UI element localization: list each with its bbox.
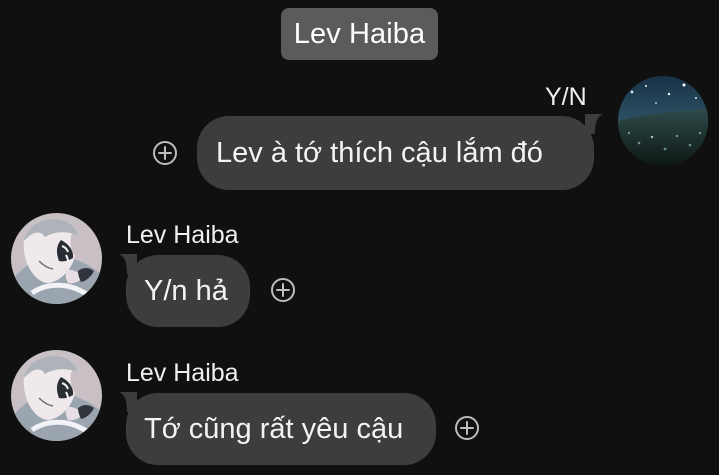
message-bubble-contact-1[interactable]: Y/n hả (126, 255, 250, 327)
contact-avatar[interactable] (11, 213, 102, 304)
message-text-contact-1: Y/n hả (144, 275, 228, 307)
sender-name-user: Y/N (545, 83, 587, 111)
message-bubble-user[interactable]: Lev à tớ thích cậu lắm đó (197, 116, 594, 190)
message-bubble-contact-2[interactable]: Tớ cũng rất yêu cậu (126, 393, 436, 465)
conversation-title-pill[interactable]: Lev Haiba (281, 8, 438, 60)
conversation-title: Lev Haiba (293, 18, 426, 50)
add-reaction-button-contact-2[interactable] (454, 415, 480, 441)
message-text-user: Lev à tớ thích cậu lắm đó (216, 137, 543, 169)
add-reaction-button-user[interactable] (152, 140, 178, 166)
message-text-contact-2: Tớ cũng rất yêu cậu (144, 413, 404, 445)
anime-character-avatar-image (11, 213, 102, 304)
sender-name-contact-1: Lev Haiba (126, 221, 239, 249)
contact-avatar-2[interactable] (11, 350, 102, 441)
add-reaction-button-contact-1[interactable] (270, 277, 296, 303)
starry-field-avatar-image (618, 76, 708, 166)
user-avatar[interactable] (618, 76, 708, 166)
anime-character-avatar-image-2 (11, 350, 102, 441)
sender-name-contact-2: Lev Haiba (126, 359, 239, 387)
bubble-tail-user (585, 114, 603, 134)
